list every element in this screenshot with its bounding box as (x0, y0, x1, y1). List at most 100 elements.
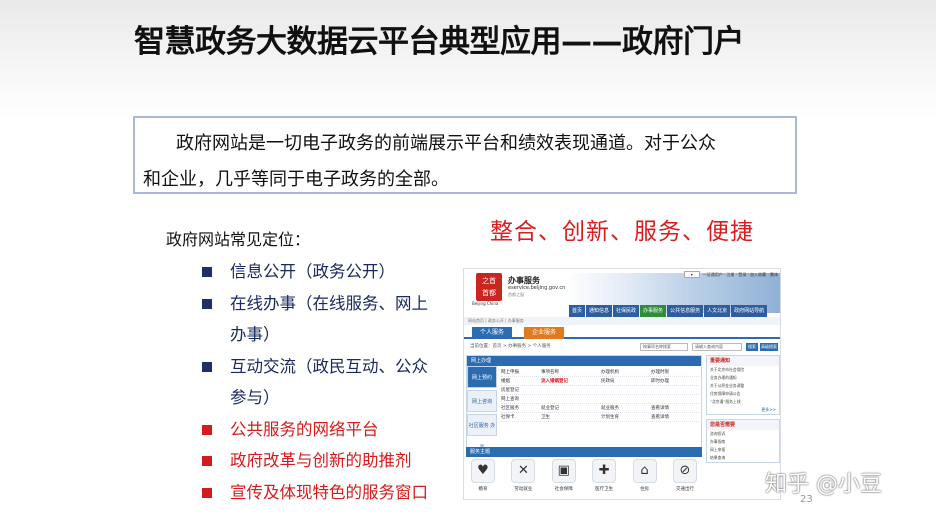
cell: 流入婚姻登记 (541, 379, 568, 384)
tools-icon: ✕ (511, 459, 536, 483)
slogan: 整合、创新、服务、便捷 (490, 219, 754, 245)
service-row: 社区服务 就业登记 就业服务 查看详情 (501, 404, 699, 413)
list-heading: 政府网站常见定位： (166, 230, 311, 249)
cell: 即时办理 (651, 379, 669, 384)
list-item-text: 宣传及体现特色的服务窗口 (230, 482, 428, 502)
bullet-square-icon (202, 267, 212, 277)
service-item: ✚ 医疗卫生 (589, 459, 619, 499)
bullet-square-icon (202, 361, 212, 372)
list-item-continuation: 参与） (200, 382, 450, 414)
cell: 计划生育 (601, 415, 619, 420)
cell: 网上查询 (501, 397, 519, 402)
service-item: ✕ 劳动就业 (508, 459, 538, 499)
notice-line: 住房保障申请公告 (710, 391, 741, 396)
intro-line-1: 政府网站是一切电子政务的前端展示平台和绩效表现通道。对于公众 (176, 133, 716, 154)
site-breadcrumb: 网站首页 | 政务公开 | 办事服务 (464, 317, 780, 325)
notice-box: 重要通知 关于北京市社会保险 业务办理的通知 关于公积金业务调整 住房保障申请公… (706, 355, 780, 415)
service-item: ▣ 社会保障 (549, 459, 579, 499)
list-item: 信息公开（政务公开） (200, 256, 450, 288)
list-item-text: 办事） (230, 325, 280, 344)
help-line: 结果查询 (710, 455, 726, 460)
help-line: 网上申报 (710, 447, 726, 452)
location-text: 当前位置：首页 > 办事服务 > 个人服务 (470, 344, 551, 349)
notice-line: 关于公积金业务调整 (710, 383, 745, 388)
bullet-square-icon (202, 298, 212, 309)
page-number: 23 (800, 494, 813, 505)
government-portal-screenshot: 之首 首都 Beijing China 办事服务 eservice.beijin… (463, 268, 781, 500)
cell: 房屋登记 (501, 388, 519, 393)
zhihu-watermark: 知乎 @小豆 (765, 472, 882, 497)
list-item-text: 参与） (230, 388, 280, 407)
site-logo-subtitle: Beijing China (472, 301, 499, 306)
cell: 办理时限 (651, 370, 669, 375)
nav-item-active: 办事服务 (640, 305, 667, 317)
notice-title: 重要通知 (707, 356, 779, 366)
cell: 查看详情 (651, 406, 669, 411)
site-url: eservice.beijing.gov.cn (508, 285, 566, 291)
list-item: 宣传及体现特色的服务窗口 (200, 477, 450, 509)
slide-title: 智慧政务大数据云平台典型应用——政府门户 (134, 24, 745, 60)
list-item-text: 公共服务的网络平台 (230, 419, 379, 439)
service-row: 网上申报 事项名称 办理机构 办理时限 (501, 368, 699, 377)
traffic-icon: ⊘ (672, 459, 697, 483)
service-icons: ♥ 婚育 ✕ 劳动就业 ▣ 社会保障 ✚ 医疗卫生 ⌂ 住房 ⊘ 交通出行 (468, 459, 700, 499)
nav-item: 政府网站导航 (731, 305, 768, 317)
notice-line: 业务办理的通知 (710, 375, 737, 380)
bullet-square-icon (202, 456, 212, 466)
service-label: 住房 (640, 487, 650, 492)
user-type-select: ▾ (683, 271, 700, 278)
location-bar: 当前位置：首页 > 办事服务 > 个人服务 按事项名称搜索 请输入查询内容 搜索… (464, 341, 780, 353)
bullet-square-icon (202, 424, 212, 435)
site-logo: 之首 首都 (476, 273, 502, 301)
cell: 卫生 (541, 415, 550, 420)
service-label: 社会保障 (554, 487, 573, 492)
service-row: 社保卡 卫生 计划生育 查看详情 (501, 413, 699, 422)
service-tabs: 个人服务 企业服务 (464, 325, 780, 339)
cell: 网上申报 (501, 370, 519, 375)
service-label: 医疗卫生 (595, 487, 614, 492)
house-icon: ⌂ (632, 459, 657, 483)
online-service-panel: 网上办理 网上预约 网上咨询 社区服务 办事 网上申报 事项名称 办理机构 办理时限 … (466, 355, 702, 455)
side-tab: 网上预约 (467, 366, 497, 388)
tab-personal-service: 个人服务 (472, 327, 513, 339)
service-item: ⊘ 交通出行 (670, 459, 700, 499)
cell: 查看详情 (651, 415, 669, 420)
service-rows: 网上申报 事项名称 办理机构 办理时限 婚姻 流入婚姻登记 民政局 即时办理 房屋登记 网上… (501, 368, 699, 422)
list-item: 公共服务的网络平台 (200, 414, 450, 446)
site-search-button: 搜索 (746, 343, 758, 351)
bullet-square-icon (202, 487, 212, 498)
nav-item: 社保民政 (613, 305, 640, 317)
services-title: 服务主题 (466, 447, 702, 457)
intro-box: 政府网站是一切电子政务的前端展示平台和绩效表现通道。对于公众 和企业，几乎等同于… (133, 116, 797, 194)
service-item: ⌂ 住房 (630, 459, 660, 499)
side-tab: 社区服务 办事 (467, 414, 497, 451)
nav-item: 通知信息 (586, 305, 613, 317)
cell: 就业服务 (601, 406, 619, 411)
service-row: 网上查询 (501, 395, 699, 404)
more-link: 更多>> (761, 407, 776, 412)
notice-line: “北京通”服务上线 (710, 399, 741, 404)
medical-icon: ✚ (592, 459, 617, 483)
help-line: 办事指南 (710, 439, 726, 444)
positioning-list: 信息公开（政务公开） 在线办事（在线服务、网上 办事） 互动交流（政民互动、公众… (200, 256, 450, 508)
service-row: 婚姻 流入婚姻登记 民政局 即时办理 (501, 377, 699, 386)
panel-title: 网上办理 (467, 356, 701, 366)
service-label: 婚育 (478, 487, 488, 492)
header-links-text: 一证通用户 · 注册 · 登录 · 加入收藏 · 繁体 (702, 272, 778, 277)
cell: 社区服务 (501, 406, 519, 411)
cell: 社保卡 (501, 415, 515, 420)
list-item-text: 在线办事（在线服务、网上 (230, 293, 428, 313)
list-item-continuation: 办事） (200, 319, 450, 351)
cell: 事项名称 (541, 370, 559, 375)
list-item-text: 信息公开（政务公开） (230, 262, 395, 281)
site-search-box-2: 请输入查询内容 (692, 343, 742, 351)
list-item-text: 政府改革与创新的助推剂 (230, 451, 412, 470)
intro-line-2: 和企业，几乎等同于电子政务的全部。 (143, 169, 449, 190)
notice-line: 关于北京市社会保险 (710, 367, 745, 372)
list-item: 互动交流（政民互动、公众 (200, 351, 450, 383)
cell: 民政局 (601, 379, 615, 384)
cell: 就业登记 (541, 406, 559, 411)
list-item-text: 互动交流（政民互动、公众 (230, 356, 428, 376)
help-box: 您是否需要 咨询投诉 办事指南 网上申报 结果查询 (706, 419, 780, 463)
cell: 办理机构 (601, 370, 619, 375)
